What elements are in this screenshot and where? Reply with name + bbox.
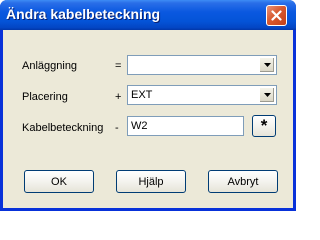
window-title: Ändra kabelbeteckning: [6, 6, 161, 22]
help-button[interactable]: Hjälp: [116, 170, 186, 193]
placering-dropdown-button[interactable]: [259, 87, 275, 103]
ok-button[interactable]: OK: [24, 170, 94, 193]
chevron-down-icon: [264, 63, 271, 67]
asterisk-button[interactable]: *: [252, 115, 276, 137]
placering-label: Placering: [22, 91, 68, 103]
kabelbeteckning-input[interactable]: [127, 116, 244, 136]
anlaggning-dropdown-button[interactable]: [259, 57, 275, 73]
chevron-down-icon: [264, 93, 271, 97]
anlaggning-combobox[interactable]: [127, 55, 277, 75]
placering-operator: +: [115, 91, 122, 103]
placering-combobox[interactable]: EXT: [127, 85, 277, 105]
anlaggning-operator: =: [115, 60, 122, 72]
dialog-window: Ändra kabelbeteckning Anläggning = Place…: [0, 0, 296, 211]
cancel-button[interactable]: Avbryt: [208, 170, 278, 193]
kabelbeteckning-label: Kabelbeteckning: [22, 122, 104, 134]
close-icon: [271, 10, 282, 21]
placering-value: EXT: [131, 89, 153, 101]
title-bar[interactable]: Ändra kabelbeteckning: [0, 0, 296, 30]
dialog-body: Anläggning = Placering + EXT Kabelbeteck…: [3, 30, 293, 211]
anlaggning-label: Anläggning: [22, 60, 78, 72]
kabelbeteckning-operator: -: [115, 122, 119, 134]
kabelbeteckning-text[interactable]: [128, 117, 243, 135]
close-button[interactable]: [266, 5, 287, 26]
